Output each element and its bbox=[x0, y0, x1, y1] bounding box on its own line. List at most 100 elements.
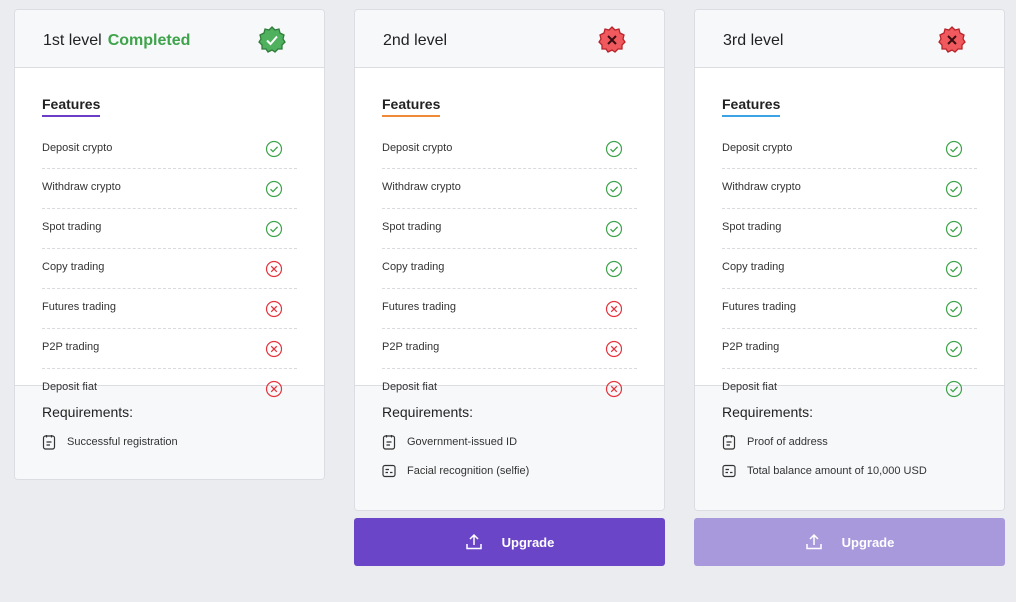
check-circle-icon bbox=[605, 180, 623, 198]
feature-label: Deposit crypto bbox=[722, 142, 793, 154]
upload-icon bbox=[465, 533, 482, 550]
cross-circle-icon bbox=[265, 380, 283, 398]
feature-label: P2P trading bbox=[722, 341, 780, 353]
requirement-label: Government-issued ID bbox=[407, 436, 518, 448]
requirement-item: Proof of address bbox=[722, 434, 977, 463]
requirement-item: Total balance amount of 10,000 USD bbox=[722, 463, 977, 492]
upgrade-button-label: Upgrade bbox=[501, 534, 555, 550]
level-1-status: Completed bbox=[107, 32, 191, 49]
feature-row: Deposit fiat bbox=[722, 369, 977, 408]
cross-circle-icon bbox=[265, 260, 283, 278]
level-2-title: 2nd level bbox=[383, 32, 448, 49]
id-card-icon bbox=[382, 464, 396, 478]
feature-label: Withdraw crypto bbox=[382, 181, 461, 193]
feature-label: Deposit fiat bbox=[382, 381, 438, 393]
requirement-label: Successful registration bbox=[67, 436, 178, 448]
check-circle-icon bbox=[945, 220, 963, 238]
check-circle-icon bbox=[945, 380, 963, 398]
level-2-column: 2nd level Features Deposit crypto Withdra… bbox=[354, 0, 665, 566]
feature-row: Copy trading bbox=[382, 249, 637, 289]
feature-label: Futures trading bbox=[382, 301, 456, 313]
not-verified-badge-icon bbox=[598, 26, 626, 53]
level-1-title: 1st level Completed bbox=[43, 32, 191, 49]
level-2-header: 2nd level bbox=[355, 10, 664, 68]
check-circle-icon bbox=[945, 180, 963, 198]
check-circle-icon bbox=[265, 140, 283, 158]
feature-label: Withdraw crypto bbox=[722, 181, 801, 193]
upgrade-button[interactable]: Upgrade bbox=[354, 518, 665, 566]
check-circle-icon bbox=[265, 220, 283, 238]
level-3-features: Features Deposit crypto Withdraw crypto Sp… bbox=[695, 68, 1004, 398]
check-circle-icon bbox=[945, 340, 963, 358]
feature-row: P2P trading bbox=[42, 329, 297, 369]
feature-label: Futures trading bbox=[722, 301, 796, 313]
feature-row: Futures trading bbox=[42, 289, 297, 329]
level-3-title: 3rd level bbox=[723, 32, 784, 49]
feature-row: Copy trading bbox=[722, 249, 977, 289]
features-title: Features bbox=[42, 96, 101, 117]
feature-row: Withdraw crypto bbox=[722, 169, 977, 209]
feature-row: Deposit crypto bbox=[42, 134, 297, 169]
feature-label: Spot trading bbox=[382, 221, 442, 233]
feature-label: Copy trading bbox=[382, 261, 445, 273]
document-icon bbox=[722, 435, 736, 450]
document-icon bbox=[42, 435, 56, 450]
requirement-item: Government-issued ID bbox=[382, 434, 637, 463]
level-1-features: Features Deposit crypto Withdraw crypto Sp… bbox=[15, 68, 324, 398]
feature-row: Deposit fiat bbox=[42, 369, 297, 408]
level-1-header: 1st level Completed bbox=[15, 10, 324, 68]
requirement-item: Successful registration bbox=[42, 434, 297, 463]
level-2-features: Features Deposit crypto Withdraw crypto Sp… bbox=[355, 68, 664, 398]
feature-row: Deposit crypto bbox=[722, 134, 977, 169]
feature-label: Futures trading bbox=[42, 301, 116, 313]
cross-circle-icon bbox=[605, 380, 623, 398]
feature-row: Spot trading bbox=[722, 209, 977, 249]
verified-badge-icon bbox=[258, 26, 286, 53]
check-circle-icon bbox=[605, 260, 623, 278]
level-2-card: 2nd level Features Deposit crypto Withdra… bbox=[354, 9, 665, 511]
feature-row: Deposit fiat bbox=[382, 369, 637, 408]
feature-label: Copy trading bbox=[722, 261, 785, 273]
level-3-card: 3rd level Features Deposit crypto Withdra… bbox=[694, 9, 1005, 511]
feature-label: Spot trading bbox=[42, 221, 102, 233]
check-circle-icon bbox=[945, 260, 963, 278]
feature-row: Futures trading bbox=[382, 289, 637, 329]
check-circle-icon bbox=[605, 140, 623, 158]
level-3-column: 3rd level Features Deposit crypto Withdra… bbox=[694, 0, 1005, 566]
features-title: Features bbox=[722, 96, 781, 117]
upgrade-button-label: Upgrade bbox=[841, 534, 895, 550]
requirement-label: Proof of address bbox=[747, 436, 828, 448]
feature-row: Withdraw crypto bbox=[42, 169, 297, 209]
requirement-label: Total balance amount of 10,000 USD bbox=[747, 465, 927, 477]
id-card-icon bbox=[722, 464, 736, 478]
feature-label: Withdraw crypto bbox=[42, 181, 121, 193]
feature-row: P2P trading bbox=[382, 329, 637, 369]
cross-circle-icon bbox=[605, 300, 623, 318]
level-3-header: 3rd level bbox=[695, 10, 1004, 68]
cross-circle-icon bbox=[265, 340, 283, 358]
feature-label: P2P trading bbox=[42, 341, 100, 353]
features-title: Features bbox=[382, 96, 441, 117]
feature-row: Deposit crypto bbox=[382, 134, 637, 169]
feature-row: Withdraw crypto bbox=[382, 169, 637, 209]
upload-icon bbox=[805, 533, 822, 550]
feature-row: P2P trading bbox=[722, 329, 977, 369]
check-circle-icon bbox=[945, 300, 963, 318]
feature-label: Deposit crypto bbox=[382, 142, 453, 154]
level-1-column: 1st level Completed Features Deposit cryp… bbox=[14, 0, 325, 480]
feature-label: Deposit fiat bbox=[722, 381, 778, 393]
requirement-item: Facial recognition (selfie) bbox=[382, 463, 637, 492]
cross-circle-icon bbox=[265, 300, 283, 318]
feature-label: Spot trading bbox=[722, 221, 782, 233]
feature-row: Copy trading bbox=[42, 249, 297, 289]
feature-row: Spot trading bbox=[382, 209, 637, 249]
level-1-card: 1st level Completed Features Deposit cryp… bbox=[14, 9, 325, 480]
requirement-label: Facial recognition (selfie) bbox=[407, 465, 530, 477]
feature-row: Futures trading bbox=[722, 289, 977, 329]
not-verified-badge-icon bbox=[938, 26, 966, 53]
feature-label: Deposit crypto bbox=[42, 142, 113, 154]
cross-circle-icon bbox=[605, 340, 623, 358]
check-circle-icon bbox=[605, 220, 623, 238]
upgrade-button-disabled[interactable]: Upgrade bbox=[694, 518, 1005, 566]
feature-row: Spot trading bbox=[42, 209, 297, 249]
